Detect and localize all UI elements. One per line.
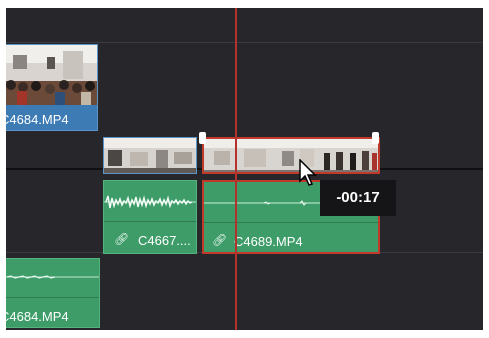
clip-thumbnail <box>104 138 196 173</box>
clip-name-label: C4684.MP4 <box>6 112 69 127</box>
audio-clip-bottom[interactable]: C4684.MP4 <box>6 258 100 328</box>
trim-handle-left[interactable] <box>199 132 206 144</box>
arrow-cursor-icon <box>299 159 317 186</box>
clip-name-label: C4684.MP4 <box>6 309 69 324</box>
clip-name-label: C4689.MP4 <box>234 234 303 249</box>
audio-waveform <box>6 275 99 279</box>
clip-divider <box>204 222 378 223</box>
clip-name-label: C4667.... <box>138 233 191 248</box>
trim-offset-tooltip: -00:17 <box>320 180 396 216</box>
clip-thumbnail <box>204 139 378 172</box>
link-icon: 🔗︎ <box>212 233 228 247</box>
clip-thumbnail <box>6 45 97 105</box>
clip-divider <box>104 221 196 222</box>
video-clip-mid-right[interactable] <box>202 137 380 174</box>
track-divider <box>6 42 483 43</box>
video-clip-mid-left[interactable] <box>103 137 197 174</box>
clip-divider <box>6 297 99 298</box>
video-clip-top[interactable]: C4684.MP4 <box>6 44 98 131</box>
playhead[interactable] <box>235 8 237 330</box>
link-icon: 🔗︎ <box>114 232 130 246</box>
trim-handle-right[interactable] <box>372 132 379 144</box>
audio-waveform <box>104 195 196 209</box>
audio-clip-mid-left[interactable]: 🔗︎ C4667.... <box>103 180 197 254</box>
timeline-panel[interactable]: C4684.MP4 🔗︎ C4667.... 🔗︎ C4689.MP4 C468… <box>6 8 483 330</box>
screenshot: C4684.MP4 🔗︎ C4667.... 🔗︎ C4689.MP4 C468… <box>0 0 489 338</box>
